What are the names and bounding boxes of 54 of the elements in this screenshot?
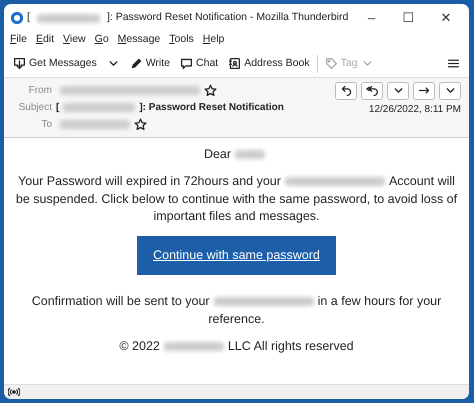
redacted-text <box>60 120 130 128</box>
address-book-icon <box>228 57 242 70</box>
tag-icon <box>324 57 338 70</box>
body-text: in a few hours for your <box>318 293 442 310</box>
star-icon <box>134 118 147 130</box>
continue-button[interactable]: Continue with same password <box>137 236 336 275</box>
body-text: Account will <box>388 173 455 190</box>
chat-icon <box>180 57 194 70</box>
menu-item[interactable]: Go <box>94 32 109 48</box>
star-icon <box>204 84 217 96</box>
toolbar-button[interactable]: Address Book <box>225 54 313 74</box>
menu-item[interactable]: View <box>63 32 86 48</box>
body-text: Confirmation will be sent to your <box>32 293 210 310</box>
dropdown-button[interactable] <box>439 82 461 100</box>
close-button[interactable]: ✕ <box>428 8 464 28</box>
redacted-text <box>164 342 224 352</box>
field-label: Subject <box>18 100 52 114</box>
dropdown-button[interactable] <box>387 82 409 100</box>
menu-item[interactable]: Message <box>118 32 160 48</box>
field-label: To <box>40 118 52 132</box>
body-text: be suspended. Click below to continue with the same password, to avoid loss of <box>16 190 458 208</box>
menu-item[interactable]: Tools <box>169 32 194 48</box>
reply-button[interactable] <box>335 82 357 100</box>
maximize-button[interactable]: ☐ <box>392 8 426 28</box>
body-text: LLC All rights reserved <box>228 338 354 355</box>
toolbar-button[interactable]: Write <box>126 54 174 74</box>
window-title: ]: Password Reset Notification - Mozilla Thunderbird <box>106 10 348 26</box>
body-text: © 2022 <box>119 338 160 355</box>
reply-all-button[interactable] <box>361 82 383 100</box>
body-text: Your Password will expired in 72hours and your <box>18 173 281 190</box>
reply-all-icon <box>366 84 378 97</box>
app-logo-icon <box>10 11 24 25</box>
subject-text: [ <box>56 100 60 114</box>
body-text: Dear <box>204 146 232 162</box>
subject-text: ]: Password Reset Notification <box>139 100 284 114</box>
menu-item[interactable]: Help <box>202 32 224 48</box>
toolbar-button[interactable]: Get Messages <box>10 54 100 74</box>
minimize-button[interactable]: – <box>354 8 389 28</box>
redacted-text <box>235 150 266 159</box>
menu-icon <box>447 57 460 70</box>
pen-icon <box>130 57 143 70</box>
field-label: From <box>28 84 52 98</box>
forward-button[interactable] <box>413 82 435 100</box>
redacted-text <box>36 14 100 22</box>
signal-icon <box>8 387 20 397</box>
body-text: reference. <box>208 310 265 328</box>
toolbar-button[interactable]: Chat <box>177 54 222 74</box>
date-text: 12/26/2022, 8:11 PM <box>368 102 461 116</box>
download-icon <box>13 57 26 70</box>
window-title: [ <box>27 10 30 26</box>
reply-icon <box>340 84 352 97</box>
menu-item[interactable]: Edit <box>36 32 54 48</box>
menu-item[interactable]: File <box>10 32 27 48</box>
body-text: important files and messages. <box>153 208 320 225</box>
